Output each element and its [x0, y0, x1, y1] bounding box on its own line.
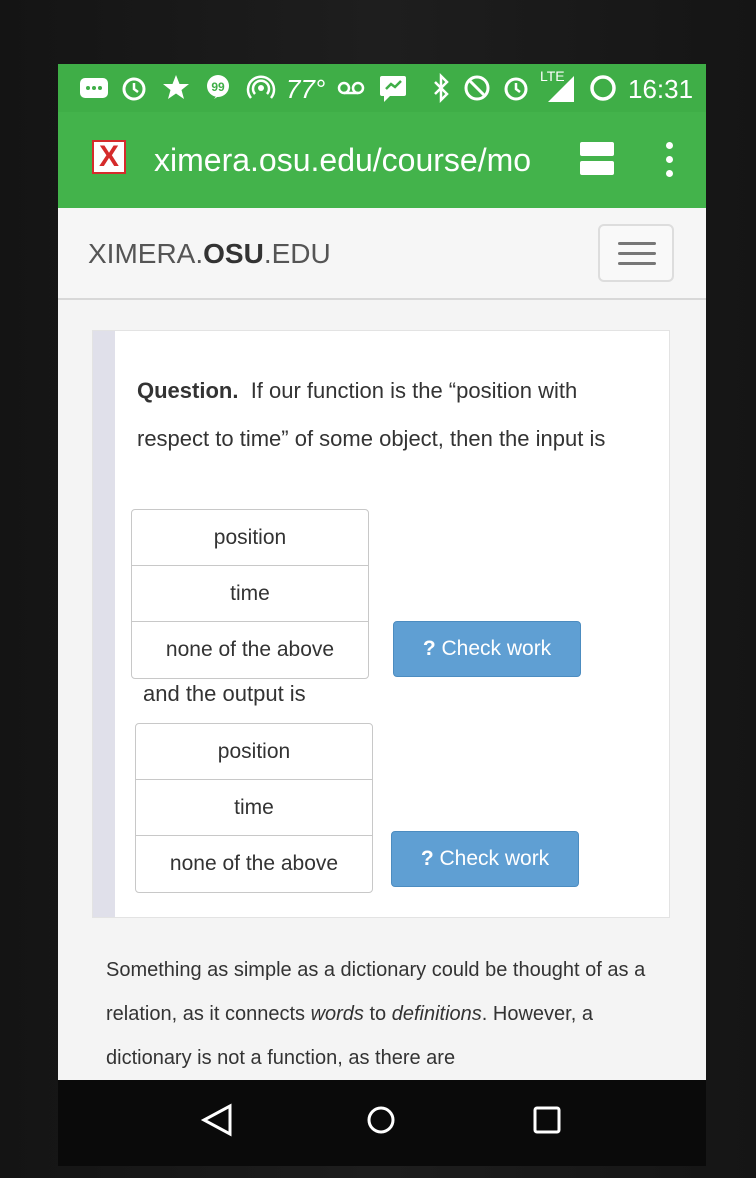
paragraph-emphasis: words — [310, 1003, 364, 1025]
check-work-button[interactable]: ? Check work — [393, 621, 581, 677]
hamburger-menu-button[interactable] — [598, 224, 674, 282]
hotspot-icon — [246, 75, 276, 99]
paragraph-emphasis: definitions — [391, 1003, 482, 1025]
brand-suffix: .EDU — [263, 238, 331, 269]
brand-prefix: XIMERA. — [88, 238, 204, 269]
choice-none-of-the-above[interactable]: none of the above — [136, 836, 372, 892]
brand-bold: OSU — [203, 238, 264, 269]
question-mark-icon: ? — [422, 637, 436, 660]
output-label: and the output is — [143, 681, 306, 706]
choice-time[interactable]: time — [132, 566, 368, 622]
message-icon — [80, 78, 108, 98]
question-card: Question. If our function is the “positi… — [92, 330, 670, 918]
overview-icon[interactable] — [530, 1102, 564, 1138]
svg-text:99: 99 — [211, 80, 225, 94]
question-text: Question. If our function is the “positi… — [137, 367, 647, 463]
question-label: Question. — [137, 378, 239, 403]
output-choices: position time none of the above — [135, 723, 373, 893]
site-brand[interactable]: XIMERA.OSU.EDU — [88, 238, 331, 270]
status-bar: 99 77° LTE 16:31 — [58, 64, 706, 112]
site-favicon: X — [92, 140, 126, 174]
phone-screen: 99 77° LTE 16:31 X ximera.osu.edu/course… — [58, 64, 706, 1166]
site-navbar: XIMERA.OSU.EDU — [58, 208, 706, 300]
tabs-button[interactable] — [580, 142, 614, 176]
choice-none-of-the-above[interactable]: none of the above — [132, 622, 368, 678]
clock: 16:31 — [628, 74, 694, 104]
input-choices: position time none of the above — [131, 509, 369, 679]
check-work-button-2[interactable]: ? Check work — [391, 831, 579, 887]
body-paragraph: Something as simple as a dictionary coul… — [106, 948, 666, 1080]
bluetooth-icon — [434, 72, 449, 104]
back-icon[interactable] — [200, 1102, 234, 1138]
hangouts-icon: 99 — [207, 75, 229, 99]
battery-icon — [590, 75, 616, 101]
paragraph-text: to — [363, 1003, 392, 1025]
question-mark-icon: ? — [420, 847, 434, 870]
check-work-label: Check work — [439, 847, 550, 870]
android-nav-bar — [58, 1080, 706, 1166]
star-icon — [163, 75, 189, 99]
chat-icon — [380, 76, 406, 102]
choice-time[interactable]: time — [136, 780, 372, 836]
url-field[interactable]: ximera.osu.edu/course/mo — [154, 142, 531, 179]
temperature-text: 77° — [286, 74, 326, 104]
check-work-label: Check work — [441, 637, 552, 660]
alarm-icon — [504, 77, 528, 101]
home-icon[interactable] — [364, 1102, 398, 1138]
alarm-icon — [122, 77, 146, 101]
browser-address-bar: X ximera.osu.edu/course/mo — [58, 112, 706, 208]
question-side-bar — [93, 331, 115, 917]
choice-position[interactable]: position — [132, 510, 368, 566]
voicemail-icon — [337, 81, 365, 95]
choice-position[interactable]: position — [136, 724, 372, 780]
browser-menu-button[interactable] — [662, 140, 676, 180]
signal-icon — [548, 76, 574, 102]
blocked-icon — [464, 75, 490, 101]
web-page: XIMERA.OSU.EDU Question. If our function… — [58, 208, 706, 1080]
